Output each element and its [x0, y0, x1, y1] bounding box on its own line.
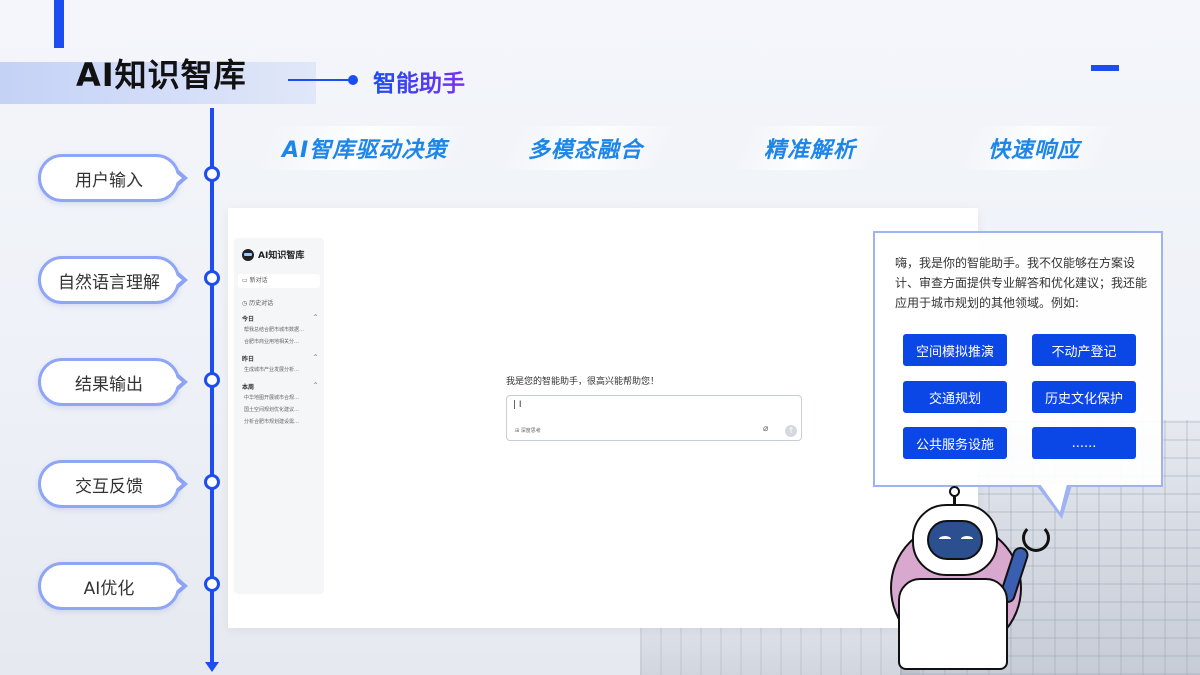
step-feedback: 交互反馈	[38, 460, 190, 508]
step-ai-optimize: AI优化	[38, 562, 190, 610]
new-chat-label: 新对话	[249, 277, 268, 284]
assistant-speech-bubble: 嗨，我是你的智能助手。我不仅能够在方案设计、审查方面提供专业解答和优化建议；我还…	[873, 231, 1163, 487]
title-connector-line	[288, 79, 350, 81]
step-user-input: 用户输入	[38, 154, 190, 202]
app-logo: AI知识智库	[242, 248, 304, 261]
step-nlu: 自然语言理解	[38, 256, 190, 304]
chevron-up-icon: ^	[312, 382, 318, 389]
step-label: 自然语言理解	[38, 256, 180, 304]
history-button[interactable]: ◷ 历史对话	[242, 298, 273, 307]
group-label: 昨日	[242, 356, 255, 363]
robot-visor	[927, 520, 983, 560]
step-label: AI优化	[38, 562, 180, 610]
feature-precise: 精准解析	[764, 138, 857, 163]
send-icon[interactable]: ↑	[785, 425, 797, 437]
robot-head	[912, 504, 998, 576]
robot-mascot-icon	[886, 486, 1066, 675]
group-label: 本周	[242, 384, 255, 391]
step-arrow-inner	[171, 271, 182, 289]
chip-traffic-planning[interactable]: 交通规划	[903, 381, 1007, 413]
chip-public-services[interactable]: 公共服务设施	[903, 427, 1007, 459]
chip-real-estate[interactable]: 不动产登记	[1032, 334, 1136, 366]
history-group-week[interactable]: 本周 ^	[242, 382, 318, 391]
decorative-dash	[1091, 65, 1119, 71]
chip-heritage[interactable]: 历史文化保护	[1032, 381, 1136, 413]
step-label: 用户输入	[38, 154, 180, 202]
list-item[interactable]: 合肥市商业用地相关分…	[244, 338, 316, 345]
chat-icon: ▭	[242, 277, 250, 284]
page-title: AI知识智库	[76, 56, 247, 94]
timeline-node	[204, 166, 220, 182]
app-sidebar: AI知识智库 ▭ 新对话 ◷ 历史对话 今日 ^ 帮我总结合肥市城市数据… 合肥…	[234, 238, 324, 594]
assistant-intro-text: 嗨，我是你的智能助手。我不仅能够在方案设计、审查方面提供专业解答和优化建议；我还…	[895, 256, 1148, 310]
timeline-node	[204, 372, 220, 388]
step-label: 交互反馈	[38, 460, 180, 508]
timeline-arrow-icon	[205, 662, 219, 672]
app-logo-text: AI知识智库	[258, 251, 305, 261]
title-connector-dot	[348, 75, 358, 85]
feature-multimodal: 多模态融合	[528, 138, 644, 163]
top-accent-bar	[54, 0, 64, 48]
text-cursor: | I	[513, 400, 522, 410]
history-group-today[interactable]: 今日 ^	[242, 314, 318, 323]
assistant-greeting: 我是您的智能助手，很高兴能帮助您！	[506, 377, 660, 387]
paperclip-icon[interactable]: ⌀	[763, 424, 768, 434]
app-screenshot: AI知识智库 ▭ 新对话 ◷ 历史对话 今日 ^ 帮我总结合肥市城市数据… 合肥…	[228, 208, 978, 628]
history-label: 历史对话	[249, 300, 274, 307]
deep-think-toggle[interactable]: ⊞ 深度思考	[515, 427, 541, 434]
step-label: 结果输出	[38, 358, 180, 406]
chip-more[interactable]: ......	[1032, 427, 1136, 459]
list-item[interactable]: 帮我总结合肥市城市数据…	[244, 326, 316, 333]
robot-claw	[1022, 524, 1050, 552]
timeline-node	[204, 576, 220, 592]
step-arrow-inner	[171, 373, 182, 391]
robot-eye	[939, 536, 951, 542]
robot-body	[898, 578, 1008, 670]
step-arrow-inner	[171, 169, 182, 187]
chevron-up-icon: ^	[312, 314, 318, 321]
list-item[interactable]: 分析合肥市规划建设需…	[244, 418, 316, 425]
step-arrow-inner	[171, 577, 182, 595]
chat-input[interactable]: | I ⊞ 深度思考 ⌀ ↑	[506, 395, 802, 441]
step-arrow-inner	[171, 475, 182, 493]
robot-antenna-ball	[949, 486, 960, 497]
list-item[interactable]: 国土空间规划优化建议…	[244, 406, 316, 413]
list-item[interactable]: 生成城市产业发展分析…	[244, 366, 316, 373]
history-group-yesterday[interactable]: 昨日 ^	[242, 354, 318, 363]
section-title: 智能助手	[373, 64, 465, 98]
feature-decision: AI智库驱动决策	[282, 138, 448, 163]
robot-logo-icon	[242, 248, 254, 261]
list-item[interactable]: 中华地图开展城市合规…	[244, 394, 316, 401]
timeline-node	[204, 270, 220, 286]
step-result-output: 结果输出	[38, 358, 190, 406]
chip-spatial-simulation[interactable]: 空间模拟推演	[903, 334, 1007, 366]
group-label: 今日	[242, 316, 255, 323]
feature-fast: 快速响应	[988, 138, 1081, 163]
timeline-node	[204, 474, 220, 490]
new-chat-button[interactable]: ▭ 新对话	[238, 274, 320, 288]
chevron-up-icon: ^	[312, 354, 318, 361]
robot-eye	[961, 536, 973, 542]
deep-think-label: 深度思考	[520, 428, 541, 434]
